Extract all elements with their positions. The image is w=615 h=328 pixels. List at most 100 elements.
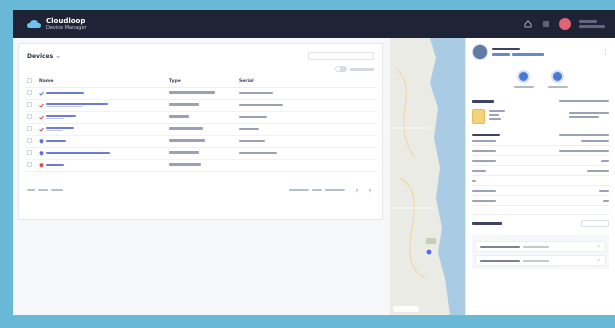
panel-menu-icon[interactable]: ⋮ [602,48,609,56]
device-serial [239,92,273,94]
sim-card-icon [472,108,485,124]
user-menu[interactable] [579,20,605,28]
column-header-type[interactable]: Type [167,76,237,88]
action-two[interactable] [547,70,568,88]
device-name[interactable] [46,102,108,108]
pin-icon [39,162,44,168]
action-one-icon [517,70,530,83]
app-header: Cloudloop Device Manager [13,10,615,38]
pagination: ‹ › [288,179,374,198]
device-type [169,91,215,94]
device-serial [239,128,259,130]
overview-row [472,176,609,186]
row-checkbox[interactable] [27,150,32,155]
check-icon [39,127,44,132]
device-map[interactable] [390,38,465,315]
overview-list [472,136,609,206]
next-page-icon[interactable]: › [369,188,371,195]
overview-row [472,146,609,156]
device-serial [239,104,283,106]
device-detail-panel: ⋮ ✓ ✓ [465,38,615,315]
device-serial [239,140,265,142]
message-type-select[interactable] [581,220,609,227]
rows-per-page[interactable] [27,179,66,198]
overview-row [472,136,609,146]
table-row[interactable] [25,159,377,172]
device-name[interactable] [46,164,64,166]
devices-card: Devices ▬ Name Type Serial ‹ › [18,43,383,220]
overview-row [472,196,609,206]
overview-row [472,166,609,176]
row-checkbox[interactable] [27,126,32,131]
action-two-icon [551,70,564,83]
action-one[interactable] [513,70,534,88]
check-icon [39,91,44,96]
select-all-checkbox[interactable] [27,78,32,83]
cloud-logo-icon [27,20,41,28]
map-attribution [393,306,419,312]
row-checkbox[interactable] [27,138,32,143]
table-row[interactable] [25,87,377,100]
device-serial [239,116,267,118]
device-type [169,163,201,166]
device-type [169,139,205,142]
menu-icon[interactable] [541,19,551,29]
brand-subtitle: Device Manager [46,24,87,31]
panel-actions [472,70,609,88]
sim-section-header [472,100,609,103]
action-one-label [513,86,534,88]
overview-row [472,186,609,196]
device-type [169,127,203,130]
pin-icon [39,150,44,156]
row-checkbox[interactable] [27,162,32,167]
device-name[interactable] [46,152,110,154]
check-icon: ✓ [596,243,601,250]
device-title [492,47,520,51]
overview-row [472,156,609,166]
device-name[interactable] [46,140,66,142]
sim-card [472,108,609,124]
control-message-item[interactable]: ✓ [475,255,606,266]
check-icon [39,103,44,108]
app-logo[interactable]: Cloudloop Device Manager [27,16,87,31]
table-footer: ‹ › [19,172,382,198]
row-checkbox[interactable] [27,102,32,107]
device-name[interactable] [46,126,74,132]
map-toggle[interactable] [335,66,347,72]
map-marker-icon[interactable] [425,248,433,256]
device-serial [239,152,277,154]
table-row[interactable] [25,111,377,124]
table-row[interactable] [25,135,377,148]
devices-table: Name Type Serial [25,76,377,172]
device-avatar [472,44,488,60]
column-header-serial[interactable]: Serial [237,76,377,88]
control-message-item[interactable]: ✓ [475,241,606,252]
action-two-label [547,86,568,88]
table-row[interactable] [25,99,377,112]
devices-count: ▬ [56,53,60,59]
device-name[interactable] [46,92,84,94]
device-type [169,103,199,106]
table-row[interactable] [25,147,377,160]
page-title: Devices [27,52,54,60]
brand-name: Cloudloop [46,16,86,25]
device-tags [492,53,544,57]
device-type [169,115,189,118]
row-checkbox[interactable] [27,90,32,95]
control-messages: ✓ ✓ [472,214,609,269]
row-checkbox[interactable] [27,114,32,119]
device-name[interactable] [46,114,76,120]
toggle-label [350,67,374,71]
control-messages-title [472,222,502,225]
check-icon: ✓ [596,257,601,264]
column-header-name[interactable]: Name [37,76,167,88]
check-icon [39,115,44,120]
table-row[interactable] [25,123,377,136]
search-input[interactable] [308,52,374,60]
home-icon[interactable] [523,19,533,29]
pin-icon [39,138,44,144]
main-content: Devices ▬ Name Type Serial ‹ › [13,38,390,315]
prev-page-icon[interactable]: ‹ [355,188,358,195]
device-type [169,151,199,154]
user-avatar[interactable] [559,18,571,30]
